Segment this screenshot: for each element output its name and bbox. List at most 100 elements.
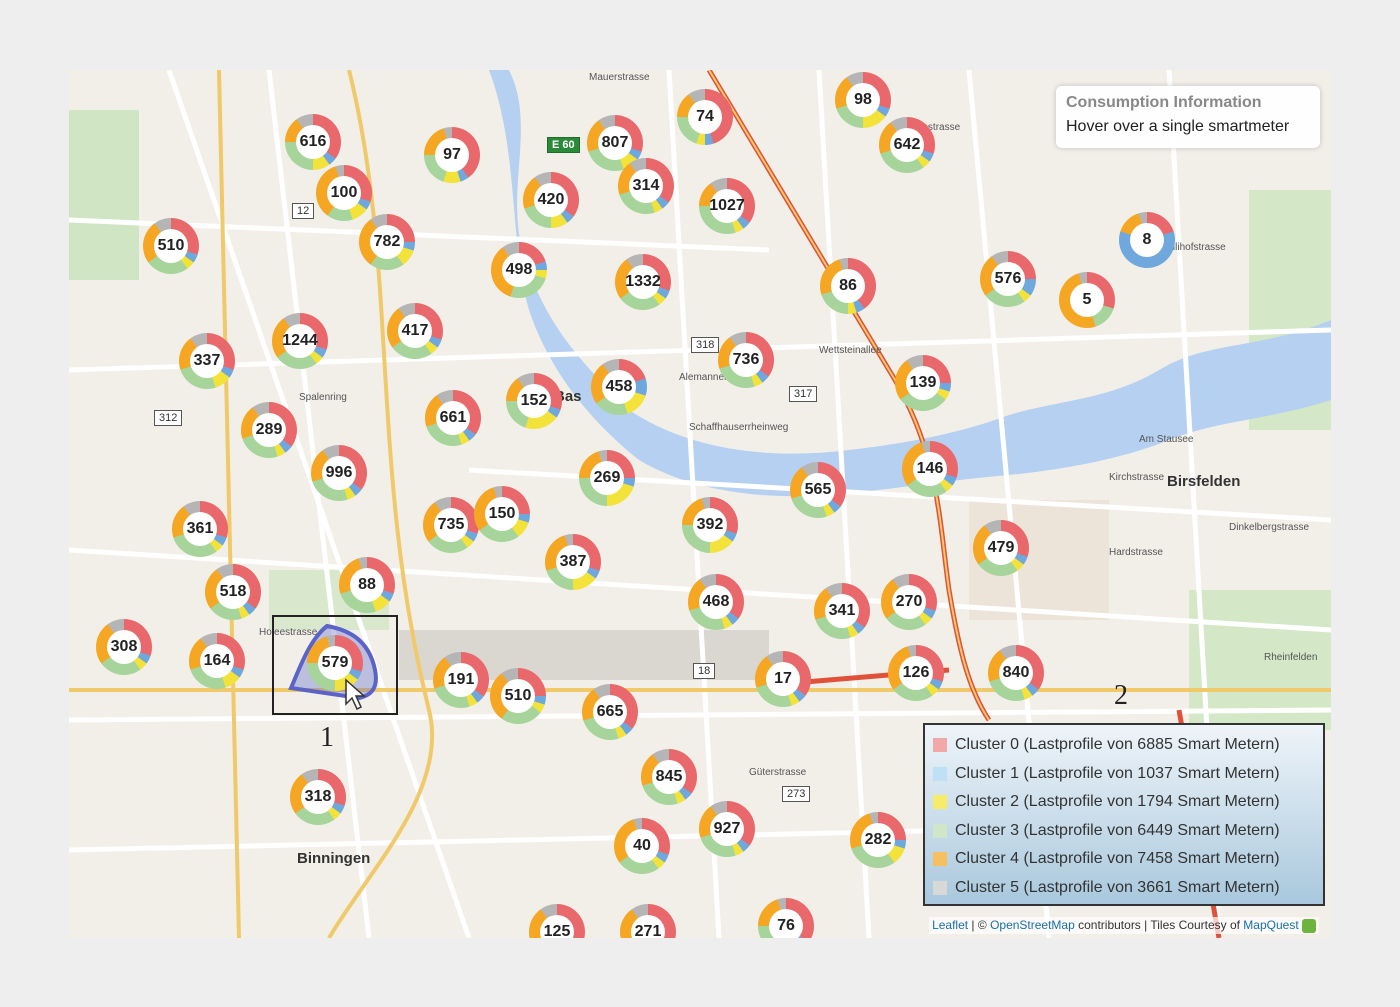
cluster-marker[interactable]: 498 [491,242,547,298]
legend-swatch [933,738,947,753]
cluster-marker[interactable]: 318 [290,769,346,825]
cluster-marker[interactable]: 98 [835,72,891,128]
cluster-marker[interactable]: 8 [1119,212,1175,268]
cluster-marker[interactable]: 458 [591,359,647,415]
cluster-marker[interactable]: 308 [96,619,152,675]
cluster-marker[interactable]: 5 [1059,272,1115,328]
cluster-marker[interactable]: 420 [523,172,579,228]
cluster-count: 289 [252,413,286,447]
cluster-marker[interactable]: 845 [641,749,697,805]
cluster-count: 8 [1130,223,1164,257]
cluster-count: 361 [183,512,217,546]
legend-swatch [933,823,947,838]
cluster-count: 642 [890,128,924,162]
cluster-marker[interactable]: 642 [879,117,935,173]
cluster-marker[interactable]: 840 [988,645,1044,701]
legend-label: Cluster 2 (Lastprofile von 1794 Smart Me… [955,793,1280,811]
cluster-count: 125 [540,915,574,938]
osm-link[interactable]: OpenStreetMap [990,918,1075,932]
cluster-marker[interactable]: 314 [618,158,674,214]
svg-text:Mauerstrasse: Mauerstrasse [589,72,650,83]
road-shield: 18 [693,663,716,679]
annotation-number: 2 [1114,680,1128,711]
cluster-marker[interactable]: 150 [474,486,530,542]
cluster-marker[interactable]: 735 [423,497,479,553]
cluster-marker[interactable]: 341 [814,583,870,639]
cluster-count: 387 [556,545,590,579]
legend-swatch [933,795,947,810]
road-shield: 12 [292,203,315,219]
mapquest-link[interactable]: MapQuest [1243,918,1298,932]
cluster-marker[interactable]: 736 [718,332,774,388]
cluster-count: 139 [906,366,940,400]
map-canvas[interactable]: Mauerstrasse Fasanenstrasse Bäumlihofstr… [69,70,1331,938]
cluster-marker[interactable]: 996 [311,445,367,501]
cluster-marker[interactable]: 518 [205,564,261,620]
cluster-marker[interactable]: 337 [179,333,235,389]
cluster-marker[interactable]: 392 [682,497,738,553]
svg-text:Spalenring: Spalenring [299,392,347,403]
cluster-count: 736 [729,343,763,377]
cluster-marker[interactable]: 100 [316,165,372,221]
cluster-count: 1027 [709,189,745,223]
cluster-count: 86 [831,269,865,303]
cluster-marker[interactable]: 74 [677,89,733,145]
cluster-marker[interactable]: 510 [490,668,546,724]
cluster-marker[interactable]: 1244 [272,313,328,369]
cluster-marker[interactable]: 270 [881,574,937,630]
cluster-marker[interactable]: 269 [579,450,635,506]
cluster-count: 510 [154,229,188,263]
cluster-count: 126 [899,656,933,690]
mapquest-logo-icon [1302,919,1316,933]
legend-swatch [933,880,947,895]
cluster-marker[interactable]: 361 [172,501,228,557]
cluster-count: 392 [693,508,727,542]
cluster-marker[interactable]: 86 [820,258,876,314]
place-label: Birsfelden [1167,473,1241,490]
cluster-marker[interactable]: 576 [980,251,1036,307]
cluster-marker[interactable]: 468 [688,574,744,630]
cluster-marker[interactable]: 417 [387,303,443,359]
legend-label: Cluster 5 (Lastprofile von 3661 Smart Me… [955,878,1280,896]
cluster-marker[interactable]: 40 [614,818,670,874]
cluster-count: 807 [598,126,632,160]
cluster-marker[interactable]: 146 [902,441,958,497]
cluster-marker[interactable]: 191 [433,652,489,708]
cluster-marker[interactable]: 665 [582,684,638,740]
cluster-marker[interactable]: 565 [790,462,846,518]
cluster-marker[interactable]: 927 [699,801,755,857]
cluster-marker[interactable]: 97 [424,127,480,183]
cluster-marker[interactable]: 282 [850,812,906,868]
leaflet-link[interactable]: Leaflet [932,918,968,932]
cluster-marker[interactable]: 387 [545,534,601,590]
cluster-marker[interactable]: 616 [285,114,341,170]
legend-label: Cluster 0 (Lastprofile von 6885 Smart Me… [955,736,1280,754]
cluster-count: 97 [435,138,469,172]
svg-text:Rheinfelden: Rheinfelden [1264,652,1317,663]
cluster-marker[interactable]: 661 [425,390,481,446]
cluster-count: 417 [398,314,432,348]
road-shield: 318 [691,337,720,353]
cluster-marker[interactable]: 1332 [615,254,671,310]
cluster-count: 341 [825,594,859,628]
cluster-marker[interactable]: 126 [888,645,944,701]
consumption-info-panel: Consumption Information Hover over a sin… [1056,86,1320,148]
cluster-marker[interactable]: 139 [895,355,951,411]
cluster-marker[interactable]: 164 [189,633,245,689]
cluster-marker[interactable]: 289 [241,402,297,458]
cluster-marker[interactable]: 510 [143,218,199,274]
cluster-marker[interactable]: 152 [506,373,562,429]
legend-item: Cluster 3 (Lastprofile von 6449 Smart Me… [933,817,1315,846]
svg-text:Wettsteinallee: Wettsteinallee [819,345,882,356]
cluster-count: 565 [801,473,835,507]
cluster-marker[interactable]: 782 [359,214,415,270]
cluster-count: 5 [1070,283,1104,317]
cluster-marker[interactable]: 17 [755,651,811,707]
cluster-count: 150 [485,497,519,531]
cluster-marker[interactable]: 1027 [699,178,755,234]
cluster-marker[interactable]: 479 [973,520,1029,576]
road-shield-e60: E 60 [547,137,580,153]
selection-box [272,615,398,715]
cluster-marker[interactable]: 88 [339,557,395,613]
svg-text:Güterstrasse: Güterstrasse [749,767,807,778]
